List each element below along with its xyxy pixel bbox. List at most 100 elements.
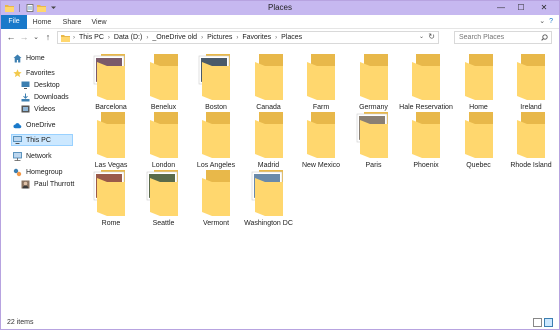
nav-item-label: Network	[26, 152, 52, 160]
folder-item[interactable]: Canada	[243, 54, 295, 112]
breadcrumb-favorites[interactable]: Favorites	[242, 34, 271, 41]
network-icon	[13, 151, 22, 161]
folder-item[interactable]: Vermont	[190, 170, 242, 228]
star-icon	[13, 68, 22, 78]
folder-icon	[301, 54, 341, 100]
address-bar[interactable]: › This PC › Data (D:) › _OneDrive old › …	[57, 31, 439, 44]
folder-item[interactable]: Seattle	[138, 170, 190, 228]
nav-item-desktop[interactable]: Desktop	[21, 79, 60, 91]
breadcrumb-onedrive-old[interactable]: _OneDrive old	[152, 34, 197, 41]
folder-item[interactable]: Washington DC	[243, 170, 295, 228]
breadcrumb-separator[interactable]: ›	[146, 35, 148, 41]
folder-icon	[196, 54, 236, 100]
tab-view[interactable]: View	[87, 16, 111, 29]
cloud-icon	[13, 121, 22, 130]
user-icon	[21, 180, 30, 189]
folder-icon	[144, 170, 184, 216]
folder-item[interactable]: Hale Reservation	[399, 54, 453, 112]
nav-item-label: Homegroup	[26, 168, 63, 176]
folder-icon	[511, 54, 551, 100]
details-view-button[interactable]	[533, 318, 542, 327]
address-row: ← → ⌄ ↑ › This PC › Data (D:) › _OneDriv…	[1, 29, 559, 45]
breadcrumb-separator[interactable]: ›	[275, 35, 277, 41]
folder-item[interactable]: New Mexico	[295, 112, 347, 170]
folder-icon	[301, 112, 341, 158]
desktop-icon	[21, 81, 30, 90]
maximize-button[interactable]: ☐	[511, 1, 531, 13]
tab-file[interactable]: File	[1, 15, 27, 29]
nav-item-paul-thurrott[interactable]: Paul Thurrott	[21, 178, 74, 190]
folder-icon	[91, 54, 131, 100]
forward-button[interactable]: →	[18, 31, 30, 43]
folder-item[interactable]: Phoenix	[400, 112, 452, 170]
close-button[interactable]: ✕	[531, 1, 557, 13]
search-box[interactable]	[454, 31, 552, 44]
breadcrumb-data-d[interactable]: Data (D:)	[114, 34, 142, 41]
window-title: Places	[267, 3, 292, 12]
nav-item-label: Desktop	[34, 81, 60, 89]
folder-item[interactable]: Rhode Island	[505, 112, 557, 170]
folder-icon	[249, 112, 289, 158]
folder-icon	[144, 112, 184, 158]
folder-item[interactable]: Los Angeles	[190, 112, 242, 170]
ribbon-right-controls: ⌄ ?	[539, 17, 553, 26]
breadcrumb-this-pc[interactable]: This PC	[79, 34, 104, 41]
folder-item[interactable]: London	[138, 112, 190, 170]
folder-item[interactable]: Paris	[348, 112, 400, 170]
folder-icon	[144, 54, 184, 100]
breadcrumb-separator[interactable]: ›	[201, 35, 203, 41]
breadcrumb-places[interactable]: Places	[281, 34, 302, 41]
folder-item[interactable]: Germany	[348, 54, 400, 112]
minimize-button[interactable]: —	[491, 1, 511, 13]
address-history-dropdown[interactable]: ⌄	[419, 33, 424, 40]
up-button[interactable]: ↑	[42, 31, 54, 43]
folder-icon	[249, 170, 289, 216]
nav-item-network[interactable]: Network	[13, 150, 52, 162]
status-bar: 22 items	[1, 315, 559, 329]
search-input[interactable]	[459, 34, 539, 41]
folder-item[interactable]: Barcelona	[85, 54, 137, 112]
large-icons-view-button[interactable]	[544, 318, 553, 327]
nav-item-label: Favorites	[26, 69, 55, 77]
folder-icon	[354, 54, 394, 100]
folder-item[interactable]: Rome	[85, 170, 137, 228]
window-controls: — ☐ ✕	[491, 1, 557, 13]
tab-share[interactable]: Share	[59, 16, 85, 29]
folder-item[interactable]: Quebec	[453, 112, 505, 170]
nav-item-favorites[interactable]: Favorites	[13, 67, 55, 79]
folder-icon	[91, 170, 131, 216]
folder-item[interactable]: Benelux	[138, 54, 190, 112]
tab-home[interactable]: Home	[29, 16, 55, 29]
refresh-button[interactable]: ↻	[428, 32, 435, 41]
folder-item[interactable]: Boston	[190, 54, 242, 112]
nav-item-onedrive[interactable]: OneDrive	[13, 119, 56, 131]
nav-item-videos[interactable]: Videos	[21, 103, 55, 115]
nav-item-downloads[interactable]: Downloads	[21, 91, 69, 103]
folder-item[interactable]: Home	[453, 54, 505, 112]
nav-item-this-pc[interactable]: This PC	[11, 134, 73, 146]
folder-name: Ireland	[520, 104, 542, 111]
breadcrumb-separator[interactable]: ›	[236, 35, 238, 41]
folder-item[interactable]: Madrid	[243, 112, 295, 170]
home-icon	[13, 54, 22, 63]
nav-item-label: This PC	[26, 136, 51, 144]
title-bar[interactable]: Places — ☐ ✕	[1, 1, 559, 15]
folder-icon	[249, 54, 289, 100]
breadcrumb-separator[interactable]: ›	[108, 35, 110, 41]
folder-icon	[406, 54, 446, 100]
videos-icon	[21, 105, 30, 114]
homegroup-icon	[13, 168, 22, 177]
folder-item[interactable]: Ireland	[505, 54, 557, 112]
recent-locations-button[interactable]: ⌄	[30, 31, 42, 43]
folder-name: Rhode Island	[510, 162, 552, 169]
file-list-view[interactable]: Barcelona Benelux Boston Canada Farm Germany H…	[85, 47, 555, 315]
folder-item[interactable]: Farm	[295, 54, 347, 112]
expand-ribbon-button[interactable]: ⌄	[539, 17, 545, 25]
back-button[interactable]: ←	[5, 31, 17, 43]
search-icon[interactable]	[541, 34, 548, 41]
folder-item[interactable]: Las Vegas	[85, 112, 137, 170]
breadcrumb-pictures[interactable]: Pictures	[207, 34, 232, 41]
help-button[interactable]: ?	[549, 18, 553, 25]
nav-item-home[interactable]: Home	[13, 52, 45, 64]
nav-item-homegroup[interactable]: Homegroup	[13, 166, 63, 178]
